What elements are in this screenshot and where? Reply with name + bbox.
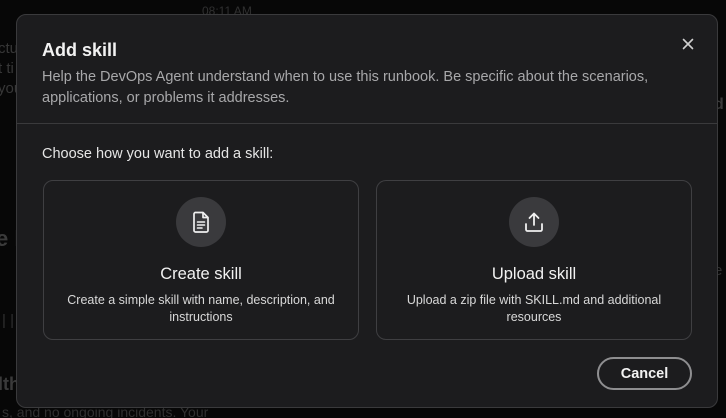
close-button[interactable] bbox=[677, 35, 699, 57]
add-skill-dialog: Add skill Help the DevOps Agent understa… bbox=[16, 14, 718, 408]
upload-skill-title: Upload skill bbox=[491, 265, 577, 283]
document-icon bbox=[176, 197, 226, 247]
dialog-title: Add skill bbox=[42, 40, 118, 60]
dialog-description: Help the DevOps Agent understand when to… bbox=[42, 69, 649, 106]
create-skill-title: Create skill bbox=[160, 265, 242, 283]
close-icon bbox=[682, 37, 694, 55]
upload-icon bbox=[509, 197, 559, 247]
create-skill-option[interactable]: Create skill Create a simple skill with … bbox=[43, 180, 359, 340]
dialog-divider bbox=[17, 123, 717, 124]
cancel-button[interactable]: Cancel bbox=[597, 357, 692, 390]
create-skill-description: Create a simple skill with name, descrip… bbox=[67, 293, 335, 324]
upload-skill-option[interactable]: Upload skill Upload a zip file with SKIL… bbox=[376, 180, 692, 340]
upload-skill-description: Upload a zip file with SKILL.md and addi… bbox=[406, 293, 662, 324]
choice-prompt: Choose how you want to add a skill: bbox=[42, 146, 274, 162]
